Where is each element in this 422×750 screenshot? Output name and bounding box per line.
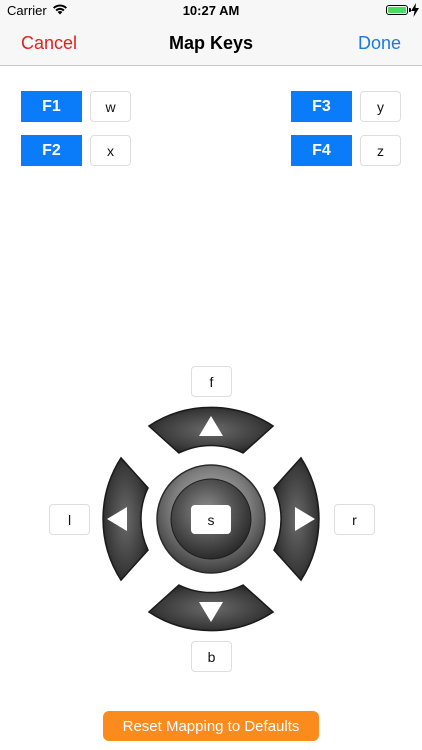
reset-mapping-button[interactable]: Reset Mapping to Defaults [103, 711, 319, 741]
done-button[interactable]: Done [358, 33, 401, 54]
f4-key[interactable]: F4 [291, 135, 352, 166]
map-keys-screen: Carrier 10:27 AM Cancel Map Keys Done F1… [0, 0, 422, 750]
forward-mapping[interactable]: f [191, 366, 232, 397]
f2-mapping[interactable]: x [90, 135, 131, 166]
f1-mapping[interactable]: w [90, 91, 131, 122]
back-mapping[interactable]: b [191, 641, 232, 672]
clock: 10:27 AM [182, 3, 240, 18]
f3-mapping[interactable]: y [360, 91, 401, 122]
navigation-bar: Cancel Map Keys Done [0, 22, 422, 66]
dpad-up-button[interactable] [147, 406, 275, 454]
dpad-left-button[interactable] [102, 456, 149, 582]
left-mapping[interactable]: l [49, 504, 90, 535]
f1-key[interactable]: F1 [21, 91, 82, 122]
status-bar: Carrier 10:27 AM [0, 0, 422, 22]
f3-key[interactable]: F3 [291, 91, 352, 122]
f4-mapping[interactable]: z [360, 135, 401, 166]
charging-bolt-icon [411, 3, 419, 17]
right-mapping[interactable]: r [334, 504, 375, 535]
dpad-down-button[interactable] [147, 584, 275, 632]
f2-key[interactable]: F2 [21, 135, 82, 166]
dpad-right-button[interactable] [273, 456, 320, 582]
battery-icon [386, 5, 408, 15]
center-mapping[interactable]: s [191, 505, 231, 534]
battery-fill [388, 7, 406, 13]
